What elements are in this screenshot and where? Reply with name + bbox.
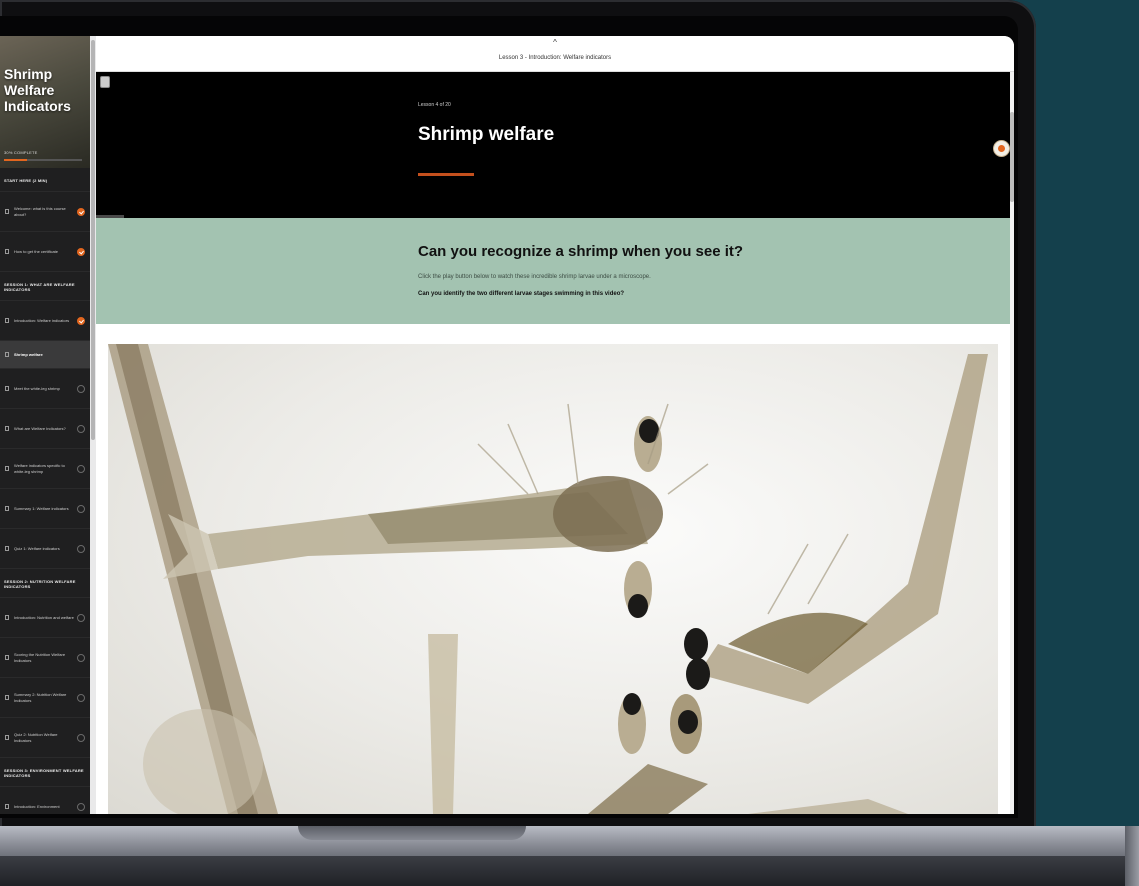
intro-band: Can you recognize a shrimp when you see … [96, 218, 1010, 324]
document-icon [5, 654, 9, 660]
document-icon [5, 545, 9, 551]
sidebar-lesson-label: What are Welfare Indicators? [14, 425, 66, 431]
progress-bar [4, 159, 82, 161]
document-icon [5, 465, 9, 471]
sidebar-lesson-item[interactable]: Quiz 2: Nutrition Welfare Indicators [0, 718, 90, 758]
sidebar-lesson-label: Introduction: Environment [14, 803, 60, 809]
check-circle-icon [77, 207, 85, 216]
document-icon [5, 317, 9, 323]
empty-circle-icon [77, 424, 85, 433]
sidebar-lesson-item[interactable]: Welfare indicators specific to white-leg… [0, 449, 90, 489]
shrimp-larvae-video[interactable] [108, 344, 998, 814]
document-icon [5, 694, 9, 700]
empty-circle-icon [77, 802, 85, 811]
sidebar-lesson-label: Introduction: Welfare indicators [14, 317, 70, 323]
sidebar-lesson-item[interactable]: Introduction: Environment [0, 787, 90, 814]
document-icon [5, 505, 9, 511]
laptop-base-top [0, 826, 1139, 856]
course-sidebar: Shrimp Welfare Indicators 30% COMPLETE S… [0, 36, 90, 814]
course-title-line: Welfare [4, 82, 55, 98]
sidebar-lesson-item[interactable]: Summary 1: Welfare indicators [0, 489, 90, 529]
document-icon [5, 208, 9, 214]
sidebar-lesson-label: Meet the white-leg shrimp [14, 385, 60, 391]
course-title[interactable]: Shrimp Welfare Indicators [4, 66, 86, 114]
content-scrollbar[interactable] [1010, 72, 1014, 814]
sidebar-lesson-label: Quiz 1: Welfare indicators [14, 545, 60, 551]
sidebar-lesson-item[interactable]: Introduction: Nutrition and welfare [0, 598, 90, 638]
sidebar-section-heading[interactable]: START HERE (2 MIN) [0, 168, 90, 192]
sidebar-lesson-label: Scoring the Nutrition Welfare Indicators [14, 651, 66, 663]
sidebar-scroll-thumb[interactable] [91, 40, 95, 440]
empty-circle-icon [77, 653, 85, 662]
top-bar: ^ Lesson 3 - Introduction: Welfare indic… [96, 36, 1014, 72]
empty-circle-icon [77, 504, 85, 513]
sidebar-lesson-label: How to get the certificate [14, 248, 59, 254]
course-header: Shrimp Welfare Indicators 30% COMPLETE [0, 36, 90, 168]
sidebar-lesson-label: Summary 1: Welfare indicators [14, 505, 69, 511]
sidebar-lesson-item[interactable]: Scoring the Nutrition Welfare Indicators [0, 638, 90, 678]
sidebar-lesson-label: Shrimp welfare [14, 351, 43, 357]
document-icon [5, 385, 9, 391]
course-title-line: Indicators [4, 98, 71, 114]
sidebar-lesson-label: Summary 2: Nutrition Welfare Indicators [14, 691, 67, 703]
progress-label: 30% COMPLETE [4, 150, 38, 155]
empty-circle-icon [77, 384, 85, 393]
section-text: Click the play button below to watch the… [418, 274, 651, 280]
document-icon [5, 734, 9, 740]
lesson-content: ^ Lesson 3 - Introduction: Welfare indic… [96, 36, 1014, 814]
lesson-hero: Lesson 4 of 20 Shrimp welfare [96, 72, 1010, 218]
empty-circle-icon [77, 613, 85, 622]
laptop-base-bottom [0, 856, 1139, 886]
lesson-number: Lesson 4 of 20 [418, 102, 451, 108]
shrimp-larvae-image [108, 344, 988, 814]
progress-bar-fill [4, 159, 28, 161]
check-circle-icon [77, 316, 85, 325]
lesson-title: Shrimp welfare [418, 124, 555, 145]
section-heading: Can you recognize a shrimp when you see … [418, 243, 744, 260]
sidebar-section-heading[interactable]: SESSION 3: ENVIRONMENT WELFARE INDICATOR… [0, 758, 90, 787]
sidebar-lesson-item[interactable]: Meet the white-leg shrimp [0, 369, 90, 409]
sidebar-lesson-item[interactable]: Quiz 1: Welfare indicators [0, 529, 90, 569]
laptop-base-edge [1125, 826, 1139, 886]
laptop-base [0, 826, 1139, 886]
laptop-notch [298, 826, 526, 840]
laptop-bezel: Shrimp Welfare Indicators 30% COMPLETE S… [0, 16, 1018, 818]
document-icon [5, 614, 9, 620]
breadcrumb: Lesson 3 - Introduction: Welfare indicat… [498, 55, 612, 61]
menu-icon[interactable] [100, 76, 110, 88]
sidebar-lesson-item[interactable]: Welcome: what is this course about? [0, 192, 90, 232]
media-block [96, 324, 1010, 814]
empty-circle-icon [77, 544, 85, 553]
sidebar-lesson-item[interactable]: What are Welfare Indicators? [0, 409, 90, 449]
sidebar-lesson-label: Introduction: Nutrition and welfare [14, 614, 74, 620]
sidebar-lesson-item[interactable]: Summary 2: Nutrition Welfare Indicators [0, 678, 90, 718]
document-icon [5, 425, 9, 431]
chat-icon[interactable] [993, 140, 1010, 157]
course-title-line: Shrimp [4, 66, 53, 82]
sidebar-lesson-item[interactable]: How to get the certificate [0, 232, 90, 272]
empty-circle-icon [77, 733, 85, 742]
document-icon [5, 248, 9, 254]
laptop-lid: Shrimp Welfare Indicators 30% COMPLETE S… [0, 0, 1036, 832]
sidebar-lesson-item[interactable]: Shrimp welfare [0, 341, 90, 369]
sidebar-lesson-item[interactable]: Introduction: Welfare indicators [0, 301, 90, 341]
sidebar-section-heading[interactable]: SESSION 2: NUTRITION WELFARE INDICATORS [0, 569, 90, 598]
section-question: Can you identify the two different larva… [418, 291, 625, 297]
title-underline [418, 173, 474, 176]
chevron-up-icon[interactable]: ^ [96, 38, 1014, 47]
empty-circle-icon [77, 693, 85, 702]
sidebar-lesson-label: Welcome: what is this course about? [14, 205, 66, 217]
screen: Shrimp Welfare Indicators 30% COMPLETE S… [0, 36, 1014, 814]
check-circle-icon [77, 247, 85, 256]
document-icon [5, 803, 9, 809]
sidebar-lesson-label: Welfare indicators specific to white-leg… [14, 462, 65, 474]
sidebar-section-heading[interactable]: SESSION 1: WHAT ARE WELFARE INDICATORS [0, 272, 90, 301]
sidebar-lesson-label: Quiz 2: Nutrition Welfare Indicators [14, 731, 58, 743]
lesson-list: START HERE (2 MIN) Welcome: what is this … [0, 168, 90, 814]
document-icon [5, 351, 9, 357]
empty-circle-icon [77, 464, 85, 473]
